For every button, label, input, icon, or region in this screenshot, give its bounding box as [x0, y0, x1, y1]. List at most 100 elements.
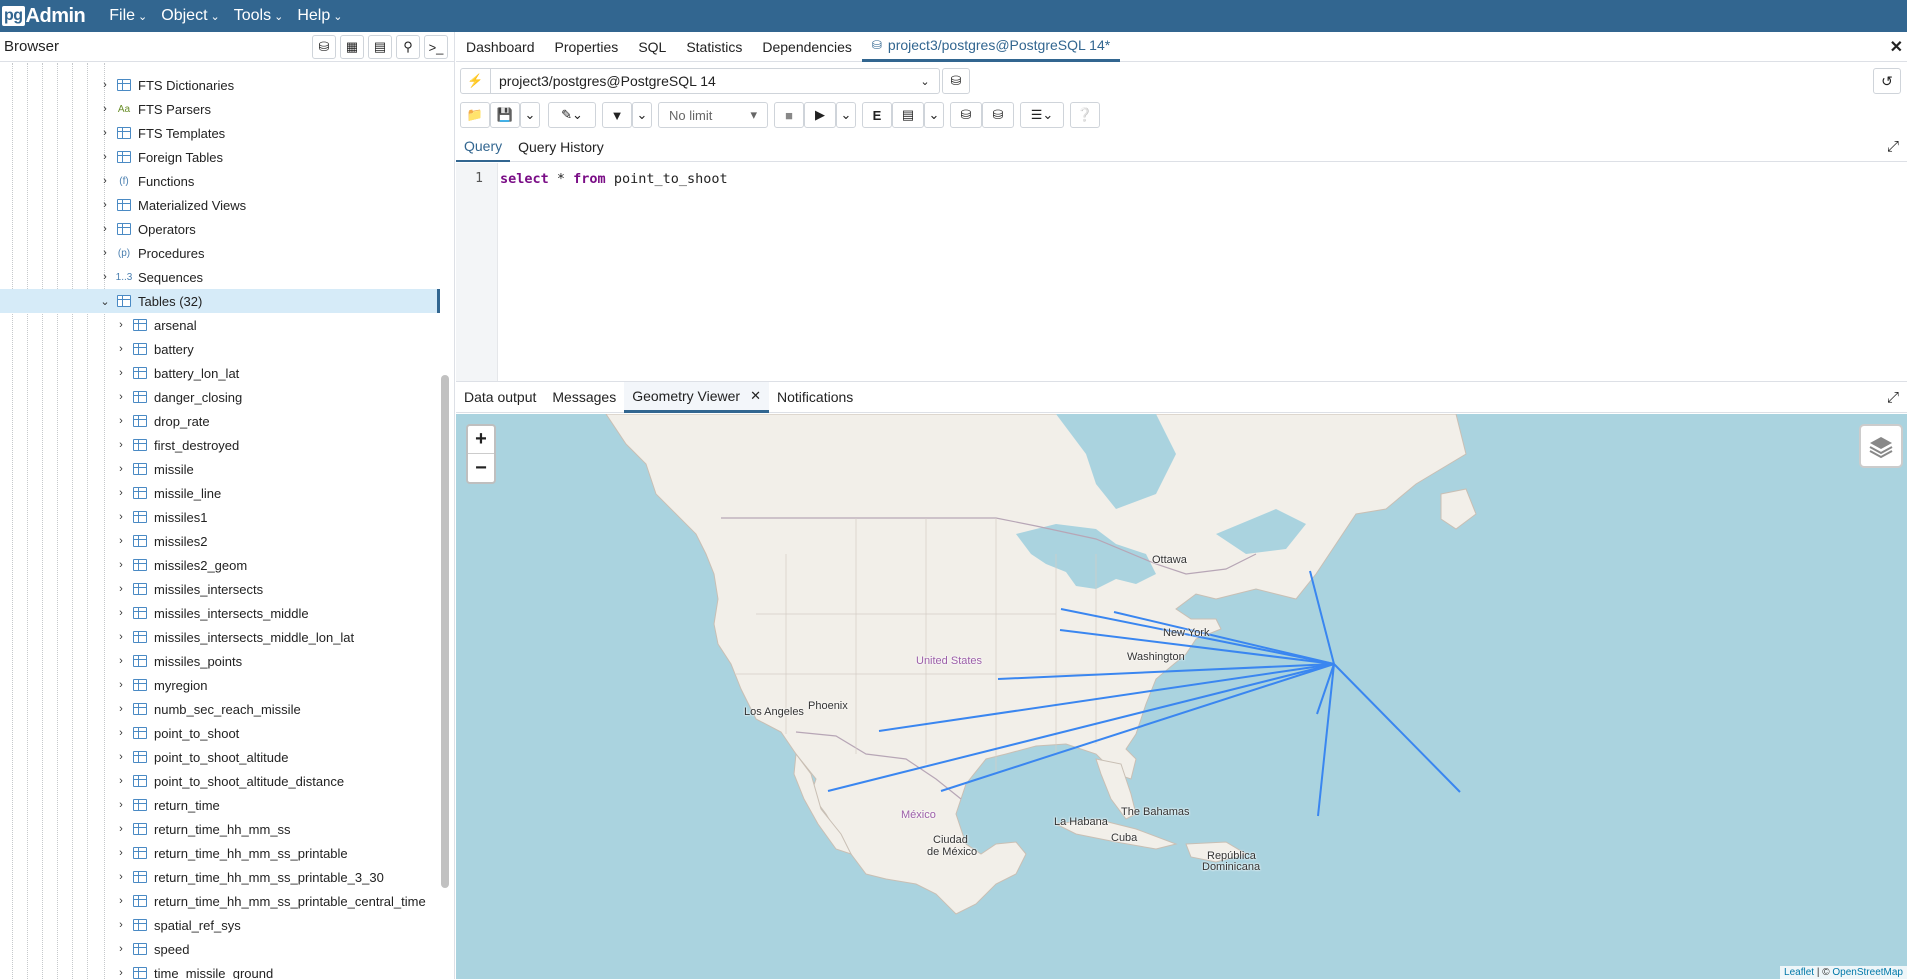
- tab-query[interactable]: Query: [456, 132, 511, 162]
- psql-tool-icon[interactable]: >_: [424, 35, 448, 59]
- chevron-right-icon[interactable]: ›: [114, 847, 128, 859]
- chevron-down-icon[interactable]: ⌄: [632, 102, 652, 128]
- chevron-right-icon[interactable]: ›: [114, 367, 128, 379]
- commit-icon[interactable]: ⛁: [950, 102, 982, 128]
- tree-node[interactable]: › Materialized Views: [0, 193, 440, 217]
- row-limit-select[interactable]: No limit ▾: [658, 102, 768, 128]
- tab-statistics[interactable]: Statistics: [676, 32, 752, 62]
- tree-node[interactable]: › FTS Dictionaries: [0, 73, 440, 97]
- table-node[interactable]: › missiles2: [0, 529, 440, 553]
- chevron-right-icon[interactable]: ›: [114, 487, 128, 499]
- table-node[interactable]: › missile_line: [0, 481, 440, 505]
- table-node[interactable]: › return_time_hh_mm_ss_printable_3_30: [0, 865, 440, 889]
- table-node[interactable]: › point_to_shoot: [0, 721, 440, 745]
- expand-icon[interactable]: ⤢: [1887, 389, 1899, 406]
- table-node[interactable]: › return_time: [0, 793, 440, 817]
- chevron-right-icon[interactable]: ›: [114, 871, 128, 883]
- explain-analyze-icon[interactable]: ▤: [892, 102, 924, 128]
- open-file-icon[interactable]: 📁: [460, 102, 490, 128]
- chevron-right-icon[interactable]: ›: [114, 703, 128, 715]
- explain-icon[interactable]: E: [862, 102, 892, 128]
- expand-icon[interactable]: ⤢: [1887, 138, 1899, 155]
- chevron-right-icon[interactable]: ›: [98, 103, 112, 115]
- menu-file[interactable]: File ⌄: [109, 7, 147, 25]
- tree-node[interactable]: › 1..3 Sequences: [0, 265, 440, 289]
- table-node[interactable]: › missiles_intersects_middle_lon_lat: [0, 625, 440, 649]
- chevron-right-icon[interactable]: ›: [114, 343, 128, 355]
- chevron-right-icon[interactable]: ›: [98, 223, 112, 235]
- shot-line[interactable]: [1309, 570, 1335, 665]
- tree-node[interactable]: › Foreign Tables: [0, 145, 440, 169]
- table-node[interactable]: › missiles_intersects_middle: [0, 601, 440, 625]
- chevron-right-icon[interactable]: ›: [98, 271, 112, 283]
- table-node[interactable]: › battery: [0, 337, 440, 361]
- chevron-right-icon[interactable]: ›: [114, 535, 128, 547]
- chevron-right-icon[interactable]: ›: [114, 823, 128, 835]
- tab-geometry-viewer[interactable]: Geometry Viewer ✕: [624, 381, 770, 413]
- macros-icon[interactable]: ☰⌄: [1020, 102, 1064, 128]
- chevron-right-icon[interactable]: ›: [98, 127, 112, 139]
- table-node[interactable]: › point_to_shoot_altitude: [0, 745, 440, 769]
- osm-link[interactable]: OpenStreetMap: [1832, 967, 1903, 978]
- tab-dependencies[interactable]: Dependencies: [752, 32, 862, 62]
- chevron-right-icon[interactable]: ›: [114, 391, 128, 403]
- table-node[interactable]: › return_time_hh_mm_ss_printable: [0, 841, 440, 865]
- tab-sql[interactable]: SQL: [628, 32, 676, 62]
- chevron-down-icon[interactable]: ⌄: [520, 102, 540, 128]
- execute-icon[interactable]: ▶: [804, 102, 836, 128]
- chevron-right-icon[interactable]: ›: [114, 775, 128, 787]
- tab-properties[interactable]: Properties: [545, 32, 629, 62]
- table-node[interactable]: › return_time_hh_mm_ss: [0, 817, 440, 841]
- tree-node[interactable]: ⌄ Tables (32): [0, 289, 440, 313]
- tab-data-output[interactable]: Data output: [456, 382, 544, 413]
- close-icon[interactable]: ✕: [1890, 37, 1903, 57]
- chevron-right-icon[interactable]: ›: [114, 727, 128, 739]
- chevron-right-icon[interactable]: ›: [114, 631, 128, 643]
- table-node[interactable]: › point_to_shoot_altitude_distance: [0, 769, 440, 793]
- tab-messages[interactable]: Messages: [544, 382, 624, 413]
- chevron-right-icon[interactable]: ›: [114, 967, 128, 979]
- table-node[interactable]: › danger_closing: [0, 385, 440, 409]
- search-icon[interactable]: ⚲: [396, 35, 420, 59]
- table-node[interactable]: › arsenal: [0, 313, 440, 337]
- chevron-right-icon[interactable]: ›: [98, 175, 112, 187]
- chevron-right-icon[interactable]: ›: [114, 415, 128, 427]
- geometry-map[interactable]: + − Ottawa New York Washington United St…: [456, 414, 1907, 979]
- table-node[interactable]: › time_missile_ground: [0, 961, 440, 979]
- edit-icon[interactable]: ✎⌄: [548, 102, 596, 128]
- chevron-right-icon[interactable]: ›: [114, 655, 128, 667]
- chevron-right-icon[interactable]: ›: [114, 607, 128, 619]
- zoom-in-button[interactable]: +: [468, 426, 494, 454]
- tab-query-history[interactable]: Query History: [510, 132, 612, 162]
- chevron-right-icon[interactable]: ›: [114, 559, 128, 571]
- table-node[interactable]: › speed: [0, 937, 440, 961]
- tab-dashboard[interactable]: Dashboard: [456, 32, 545, 62]
- chevron-right-icon[interactable]: ›: [114, 511, 128, 523]
- chevron-down-icon[interactable]: ⌄: [924, 102, 944, 128]
- chevron-right-icon[interactable]: ›: [114, 439, 128, 451]
- chevron-right-icon[interactable]: ›: [114, 799, 128, 811]
- chevron-right-icon[interactable]: ›: [114, 751, 128, 763]
- table-node[interactable]: › missiles2_geom: [0, 553, 440, 577]
- chevron-right-icon[interactable]: ›: [114, 583, 128, 595]
- chevron-right-icon[interactable]: ›: [114, 463, 128, 475]
- table-node[interactable]: › missiles_points: [0, 649, 440, 673]
- filter-rows-icon[interactable]: ▤: [368, 35, 392, 59]
- tree-scrollbar[interactable]: [441, 375, 449, 888]
- close-icon[interactable]: ✕: [750, 388, 761, 404]
- new-connection-icon[interactable]: ⛁: [942, 68, 970, 94]
- table-node[interactable]: › first_destroyed: [0, 433, 440, 457]
- stop-icon[interactable]: ■: [774, 102, 804, 128]
- tab-query-tool[interactable]: ⛁ project3/postgres@PostgreSQL 14*: [861, 32, 1121, 62]
- connection-select[interactable]: ⚡ project3/postgres@PostgreSQL 14 ⌄: [460, 68, 940, 94]
- chevron-right-icon[interactable]: ›: [98, 199, 112, 211]
- object-explorer-db-icon[interactable]: ⛁: [312, 35, 336, 59]
- table-node[interactable]: › myregion: [0, 673, 440, 697]
- chevron-right-icon[interactable]: ›: [98, 247, 112, 259]
- tree-node[interactable]: › (p) Procedures: [0, 241, 440, 265]
- tree-node[interactable]: › Aa FTS Parsers: [0, 97, 440, 121]
- menu-object[interactable]: Object ⌄: [161, 7, 219, 25]
- tree-node[interactable]: › (f) Functions: [0, 169, 440, 193]
- table-node[interactable]: › missile: [0, 457, 440, 481]
- tree-node[interactable]: › FTS Templates: [0, 121, 440, 145]
